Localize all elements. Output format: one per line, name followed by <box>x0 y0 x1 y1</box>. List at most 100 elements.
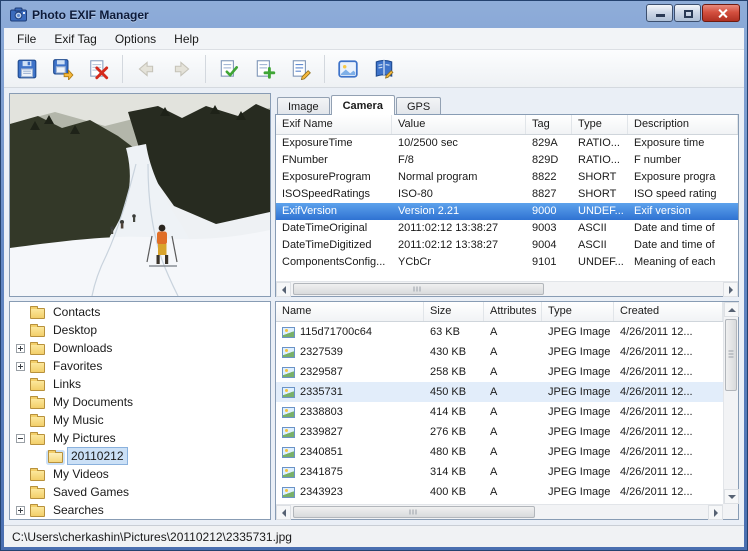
status-path: C:\Users\cherkashin\Pictures\20110212\23… <box>12 530 292 544</box>
column-header-description[interactable]: Description <box>628 115 738 134</box>
column-header-exif-name[interactable]: Exif Name <box>276 115 392 134</box>
exif-type-cell: RATIO... <box>572 135 628 152</box>
exif-row[interactable]: ExposureProgramNormal program8822SHORTEx… <box>276 169 738 186</box>
file-horizontal-scrollbar[interactable] <box>276 504 723 519</box>
exif-name-cell: ExposureTime <box>276 135 392 152</box>
column-header-name[interactable]: Name <box>276 302 424 321</box>
exif-row[interactable]: ISOSpeedRatingsISO-808827SHORTISO speed … <box>276 186 738 203</box>
tree-item-downloads[interactable]: Downloads <box>10 339 270 357</box>
scroll-down-button[interactable] <box>724 489 739 504</box>
exif-value-cell: Normal program <box>392 169 526 186</box>
file-size: 414 KB <box>424 402 484 422</box>
file-row-selected[interactable]: 2335731450 KBAJPEG Image4/26/2011 12... <box>276 382 723 402</box>
image-file-icon <box>282 407 295 418</box>
column-header-tag[interactable]: Tag <box>526 115 572 134</box>
minimize-button[interactable] <box>646 4 673 22</box>
scroll-track[interactable] <box>724 317 738 489</box>
file-row[interactable]: 2329587258 KBAJPEG Image4/26/2011 12... <box>276 362 723 382</box>
file-row[interactable]: 2327539430 KBAJPEG Image4/26/2011 12... <box>276 342 723 362</box>
tree-item-searches[interactable]: Searches <box>10 501 270 519</box>
image-viewer-button[interactable] <box>331 53 365 85</box>
file-created: 4/26/2011 12... <box>614 382 723 402</box>
tree-item-links[interactable]: Links <box>10 375 270 393</box>
previous-image-button[interactable] <box>129 53 163 85</box>
exif-row[interactable]: ExposureTime10/2500 sec829ARATIO...Expos… <box>276 135 738 152</box>
file-row[interactable]: 2339827276 KBAJPEG Image4/26/2011 12... <box>276 422 723 442</box>
exif-row[interactable]: FNumberF/8829DRATIO...F number <box>276 152 738 169</box>
tree-item-saved-games[interactable]: Saved Games <box>10 483 270 501</box>
exif-value-cell: F/8 <box>392 152 526 169</box>
column-header-size[interactable]: Size <box>424 302 484 321</box>
file-row[interactable]: 2343923400 KBAJPEG Image4/26/2011 12... <box>276 482 723 502</box>
exif-row[interactable]: DateTimeOriginal2011:02:12 13:38:279003A… <box>276 220 738 237</box>
column-header-type[interactable]: Type <box>542 302 614 321</box>
collapse-minus-icon[interactable] <box>16 434 25 443</box>
exif-horizontal-scrollbar[interactable] <box>276 281 738 296</box>
file-row[interactable]: 115d71700c6463 KBAJPEG Image4/26/2011 12… <box>276 322 723 342</box>
close-button[interactable] <box>702 4 740 22</box>
file-attributes: A <box>484 382 542 402</box>
tree-item-my-videos[interactable]: My Videos <box>10 465 270 483</box>
save-exif-button[interactable] <box>10 53 44 85</box>
file-size: 480 KB <box>424 442 484 462</box>
exif-row[interactable]: DateTimeDigitized2011:02:12 13:38:279004… <box>276 237 738 254</box>
folder-icon <box>30 344 45 355</box>
file-attributes: A <box>484 422 542 442</box>
menu-help[interactable]: Help <box>165 30 208 48</box>
column-header-attributes[interactable]: Attributes <box>484 302 542 321</box>
scroll-right-button[interactable] <box>708 505 723 520</box>
status-bar: C:\Users\cherkashin\Pictures\20110212\23… <box>4 525 744 547</box>
scroll-right-button[interactable] <box>723 282 738 297</box>
exif-row-selected[interactable]: ExifVersionVersion 2.219000UNDEF...Exif … <box>276 203 738 220</box>
titlebar[interactable]: Photo EXIF Manager <box>4 1 744 28</box>
menu-exif-tag[interactable]: Exif Tag <box>45 30 105 48</box>
tree-item-my-pictures[interactable]: My Pictures <box>10 429 270 447</box>
exif-row[interactable]: ComponentsConfig...YCbCr9101UNDEF...Mean… <box>276 254 738 271</box>
help-book-button[interactable] <box>367 53 401 85</box>
scroll-thumb[interactable] <box>293 283 544 295</box>
maximize-button[interactable] <box>674 4 701 22</box>
tag-list-button[interactable] <box>284 53 318 85</box>
file-size: 314 KB <box>424 462 484 482</box>
file-row[interactable]: 2341875314 KBAJPEG Image4/26/2011 12... <box>276 462 723 482</box>
add-tag-button[interactable] <box>248 53 282 85</box>
copy-exif-button[interactable] <box>46 53 80 85</box>
tree-item-contacts[interactable]: Contacts <box>10 303 270 321</box>
scroll-track[interactable] <box>291 505 708 519</box>
tree-item-desktop[interactable]: Desktop <box>10 321 270 339</box>
file-vertical-scrollbar[interactable] <box>723 302 738 504</box>
tab-camera[interactable]: Camera <box>331 95 395 115</box>
tree-item-my-documents[interactable]: My Documents <box>10 393 270 411</box>
menu-file[interactable]: File <box>8 30 45 48</box>
file-row[interactable]: 2340851480 KBAJPEG Image4/26/2011 12... <box>276 442 723 462</box>
expand-plus-icon[interactable] <box>16 362 25 371</box>
tree-item-20110212[interactable]: 20110212 <box>10 447 270 465</box>
scroll-left-button[interactable] <box>276 282 291 297</box>
file-list: Name Size Attributes Type Created 115d71… <box>275 301 739 520</box>
expand-plus-icon[interactable] <box>16 506 25 515</box>
exif-tag-cell: 9003 <box>526 220 572 237</box>
file-created: 4/26/2011 12... <box>614 342 723 362</box>
scroll-up-button[interactable] <box>724 302 739 317</box>
tree-item-favorites[interactable]: Favorites <box>10 357 270 375</box>
edit-tag-button[interactable] <box>212 53 246 85</box>
menu-options[interactable]: Options <box>106 30 165 48</box>
next-image-button[interactable] <box>165 53 199 85</box>
photo-winter-scene <box>10 94 270 296</box>
scroll-track[interactable] <box>291 282 723 296</box>
scroll-thumb[interactable] <box>293 506 535 518</box>
column-header-created[interactable]: Created <box>614 302 723 321</box>
scroll-left-button[interactable] <box>276 505 291 520</box>
tree-item-my-music[interactable]: My Music <box>10 411 270 429</box>
exif-tag-cell: 9004 <box>526 237 572 254</box>
column-header-type[interactable]: Type <box>572 115 628 134</box>
delete-exif-button[interactable] <box>82 53 116 85</box>
file-row[interactable]: 2338803414 KBAJPEG Image4/26/2011 12... <box>276 402 723 422</box>
exif-desc-cell: Date and time of <box>628 237 738 254</box>
scroll-thumb[interactable] <box>725 319 737 391</box>
file-type: JPEG Image <box>542 422 614 442</box>
tab-image[interactable]: Image <box>277 97 330 115</box>
tab-gps[interactable]: GPS <box>396 97 441 115</box>
column-header-value[interactable]: Value <box>392 115 526 134</box>
expand-plus-icon[interactable] <box>16 344 25 353</box>
